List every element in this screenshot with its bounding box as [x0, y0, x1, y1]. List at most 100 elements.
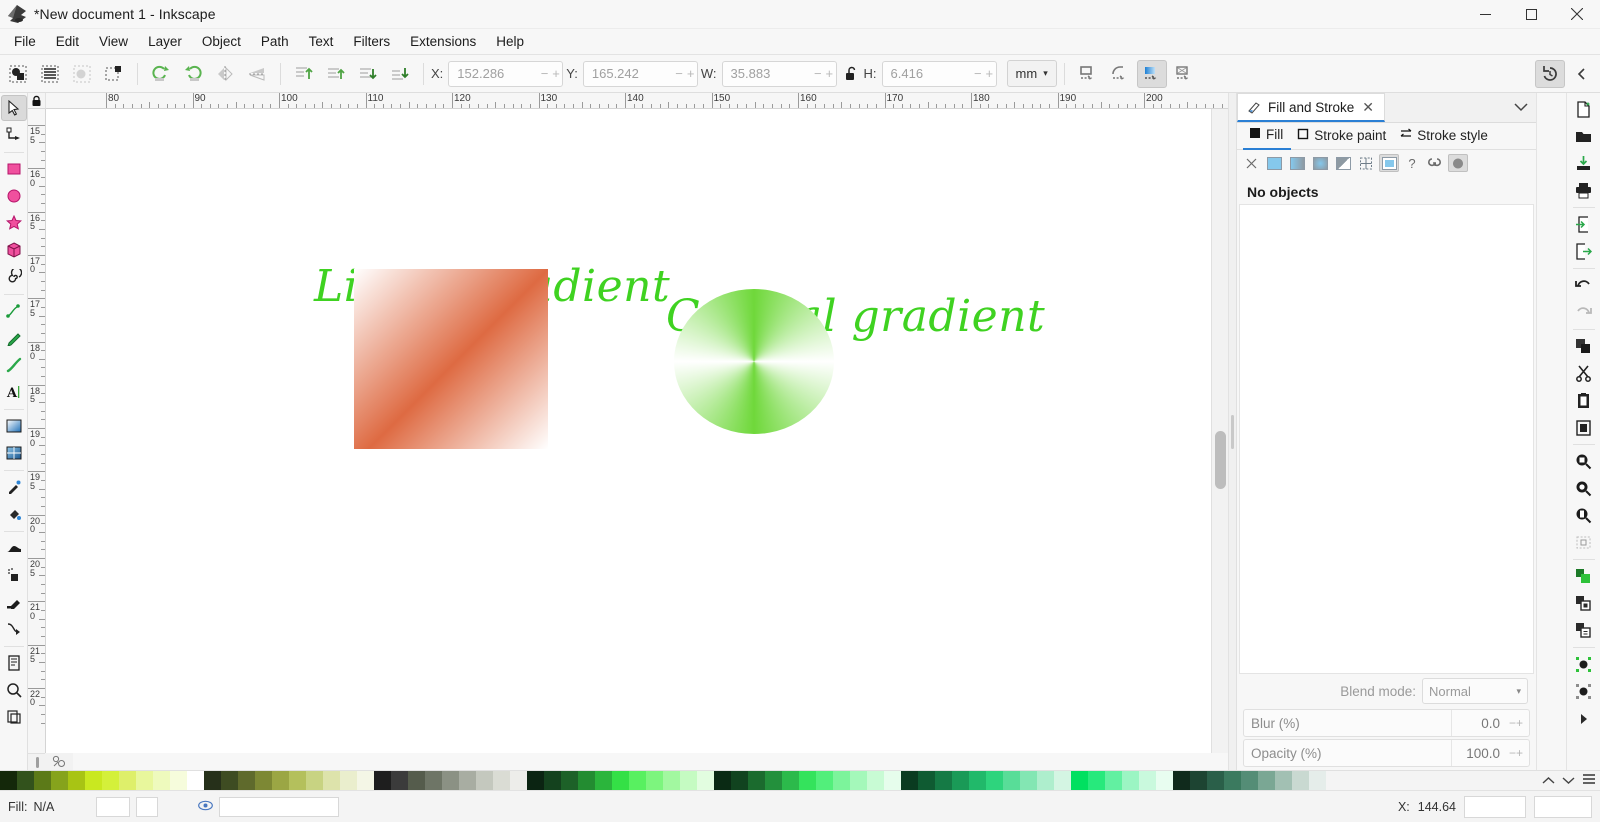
palette-swatch[interactable]: [221, 771, 238, 791]
enter-group-icon[interactable]: [1570, 617, 1598, 644]
palette-swatch[interactable]: [595, 771, 612, 791]
palette-swatch[interactable]: [459, 771, 476, 791]
palette-swatch[interactable]: [442, 771, 459, 791]
stroke-width-box[interactable]: [136, 796, 159, 817]
minimize-button[interactable]: [1462, 0, 1508, 29]
palette-swatch[interactable]: [714, 771, 731, 791]
color-palette[interactable]: [0, 771, 1538, 791]
menu-view[interactable]: View: [89, 31, 138, 52]
palette-swatch[interactable]: [323, 771, 340, 791]
star-tool[interactable]: [1, 210, 27, 236]
palette-swatch[interactable]: [1258, 771, 1275, 791]
menu-filters[interactable]: Filters: [343, 31, 400, 52]
rotate-ccw-icon[interactable]: [146, 60, 176, 88]
palette-swatch[interactable]: [1207, 771, 1224, 791]
palette-swatch[interactable]: [510, 771, 527, 791]
palette-swatch[interactable]: [952, 771, 969, 791]
fill-indicator[interactable]: Fill: N/A: [0, 800, 54, 814]
ungroup-icon[interactable]: [1570, 590, 1598, 617]
palette-swatch[interactable]: [680, 771, 697, 791]
palette-swatch[interactable]: [1037, 771, 1054, 791]
palette-swatch[interactable]: [765, 771, 782, 791]
measure-tool[interactable]: [1, 704, 27, 730]
paste-icon[interactable]: [1570, 414, 1598, 441]
select-same-icon[interactable]: [99, 60, 129, 88]
palette-swatch[interactable]: [1105, 771, 1122, 791]
horizontal-ruler[interactable]: 8090100110120130140150160170180190200210: [46, 93, 1228, 109]
rotation-input[interactable]: [1534, 795, 1592, 818]
fill-editor-body[interactable]: [1239, 204, 1534, 674]
copy-icon[interactable]: [1570, 387, 1598, 414]
ellipse-tool[interactable]: [1, 183, 27, 209]
unknown-paint-button[interactable]: ?: [1402, 154, 1422, 172]
menu-path[interactable]: Path: [251, 31, 299, 52]
palette-swatch[interactable]: [1088, 771, 1105, 791]
palette-swatch[interactable]: [119, 771, 136, 791]
palette-swatch[interactable]: [408, 771, 425, 791]
palette-swatch[interactable]: [1122, 771, 1139, 791]
palette-swatch[interactable]: [748, 771, 765, 791]
blend-mode-select[interactable]: Normal ▾: [1422, 678, 1528, 704]
close-icon[interactable]: ✕: [1362, 99, 1374, 116]
horizontal-scrollbar[interactable]: [28, 753, 45, 770]
palette-swatch[interactable]: [629, 771, 646, 791]
select-all-in-all-layers-icon[interactable]: [35, 60, 65, 88]
conical-gradient-ellipse[interactable]: [674, 289, 834, 434]
duplicate-icon[interactable]: [1570, 333, 1598, 360]
palette-swatch[interactable]: [170, 771, 187, 791]
command-history-icon[interactable]: [1535, 59, 1565, 88]
flip-horizontal-icon[interactable]: [210, 60, 240, 88]
pen-tool[interactable]: [1, 325, 27, 351]
palette-swatch[interactable]: [1139, 771, 1156, 791]
width-spinner[interactable]: − +: [812, 62, 836, 86]
palette-swatch[interactable]: [782, 771, 799, 791]
blur-increment[interactable]: +: [1516, 716, 1523, 730]
swatch-button[interactable]: [1356, 154, 1376, 172]
blur-spinner[interactable]: − +: [1503, 716, 1529, 730]
palette-swatch[interactable]: [697, 771, 714, 791]
menu-extensions[interactable]: Extensions: [400, 31, 486, 52]
palette-swatch[interactable]: [153, 771, 170, 791]
palette-swatch[interactable]: [0, 771, 17, 791]
unit-selector[interactable]: mm ▾: [1006, 60, 1057, 87]
palette-menu-icon[interactable]: [1582, 773, 1596, 788]
layer-visibility-icon[interactable]: [198, 800, 214, 814]
palette-swatch[interactable]: [646, 771, 663, 791]
height-input[interactable]: 6.416 − +: [881, 60, 997, 87]
palette-swatch[interactable]: [340, 771, 357, 791]
tab-stroke-paint[interactable]: Stroke paint: [1291, 123, 1394, 150]
mesh-tool[interactable]: [1, 440, 27, 466]
linear-gradient-rectangle[interactable]: [354, 269, 548, 449]
palette-swatch[interactable]: [935, 771, 952, 791]
vertical-scrollbar[interactable]: [1211, 109, 1228, 753]
opacity-spinner[interactable]: − +: [1503, 746, 1529, 760]
chevron-down-icon[interactable]: [1506, 93, 1536, 122]
lower-to-bottom-icon[interactable]: [385, 60, 415, 88]
deselect-icon[interactable]: [67, 60, 97, 88]
height-decrement[interactable]: −: [972, 66, 984, 81]
palette-swatch[interactable]: [731, 771, 748, 791]
tweak-tool[interactable]: [1, 535, 27, 561]
layer-indicator[interactable]: [198, 796, 340, 817]
y-spinner[interactable]: − +: [673, 62, 697, 86]
conical-gradient-button[interactable]: [1379, 154, 1399, 172]
horizontal-scrollbar-thumb[interactable]: [35, 757, 40, 768]
spray-tool[interactable]: [1, 562, 27, 588]
palette-swatch[interactable]: [425, 771, 442, 791]
blur-value[interactable]: 0.0: [1451, 710, 1503, 736]
palette-swatch[interactable]: [68, 771, 85, 791]
palette-swatch[interactable]: [51, 771, 68, 791]
document-page[interactable]: Linear gradient Conical gradient: [46, 109, 1211, 753]
width-input[interactable]: 35.883 − +: [721, 60, 837, 87]
tab-fill-and-stroke[interactable]: Fill and Stroke ✕: [1237, 93, 1386, 122]
connector-tool[interactable]: [1, 616, 27, 642]
save-document-icon[interactable]: [1570, 150, 1598, 177]
palette-swatch[interactable]: [85, 771, 102, 791]
height-spinner[interactable]: − +: [972, 62, 996, 86]
calligraphy-tool[interactable]: [1, 352, 27, 378]
rotate-cw-icon[interactable]: [178, 60, 208, 88]
panel-resize-handle[interactable]: [1228, 93, 1236, 770]
palette-swatch[interactable]: [969, 771, 986, 791]
zoom-level-input[interactable]: [1464, 795, 1526, 818]
menu-help[interactable]: Help: [486, 31, 534, 52]
